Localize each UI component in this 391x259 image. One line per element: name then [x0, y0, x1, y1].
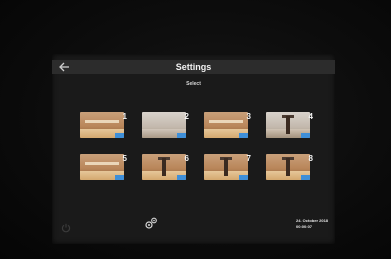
camera-thumbnail — [266, 154, 310, 180]
camera-tile-5[interactable]: 5 — [80, 154, 127, 182]
date-time-display: 24. October 2018 00:00:07 — [296, 218, 334, 230]
camera-number: 2 — [184, 112, 189, 121]
camera-tile-4[interactable]: 4 — [266, 112, 313, 140]
camera-tile-8[interactable]: 8 — [266, 154, 313, 182]
camera-thumbnail — [204, 154, 248, 180]
camera-grid: 1 2 3 4 5 6 7 8 — [80, 112, 313, 202]
camera-thumbnail — [142, 112, 186, 138]
display-screen: Settings Select 1 2 3 4 5 6 7 8 24. Octo… — [52, 54, 335, 244]
camera-thumbnail — [266, 112, 310, 138]
camera-number: 4 — [308, 112, 313, 121]
select-label: Select — [186, 81, 201, 87]
device-bezel: Settings Select 1 2 3 4 5 6 7 8 24. Octo… — [0, 0, 391, 259]
camera-number: 8 — [308, 154, 313, 163]
camera-number: 3 — [246, 112, 251, 121]
camera-tile-2[interactable]: 2 — [142, 112, 189, 140]
back-button[interactable] — [58, 62, 72, 72]
camera-thumbnail — [204, 112, 248, 138]
title-bar: Settings — [52, 60, 335, 74]
camera-number: 5 — [122, 154, 127, 163]
camera-number: 6 — [184, 154, 189, 163]
gears-icon — [145, 217, 157, 229]
camera-tile-3[interactable]: 3 — [204, 112, 251, 140]
page-title: Settings — [175, 62, 212, 72]
camera-number: 7 — [246, 154, 251, 163]
camera-tile-6[interactable]: 6 — [142, 154, 189, 182]
back-arrow-icon — [59, 62, 69, 72]
camera-thumbnail — [80, 112, 124, 138]
power-icon — [61, 223, 71, 233]
camera-thumbnail — [80, 154, 124, 180]
camera-tile-7[interactable]: 7 — [204, 154, 251, 182]
time-text: 00:00:07 — [296, 224, 313, 229]
settings-button[interactable] — [144, 216, 158, 230]
camera-tile-1[interactable]: 1 — [80, 112, 127, 140]
camera-number: 1 — [122, 112, 127, 121]
power-button[interactable] — [61, 220, 71, 233]
camera-thumbnail — [142, 154, 186, 180]
